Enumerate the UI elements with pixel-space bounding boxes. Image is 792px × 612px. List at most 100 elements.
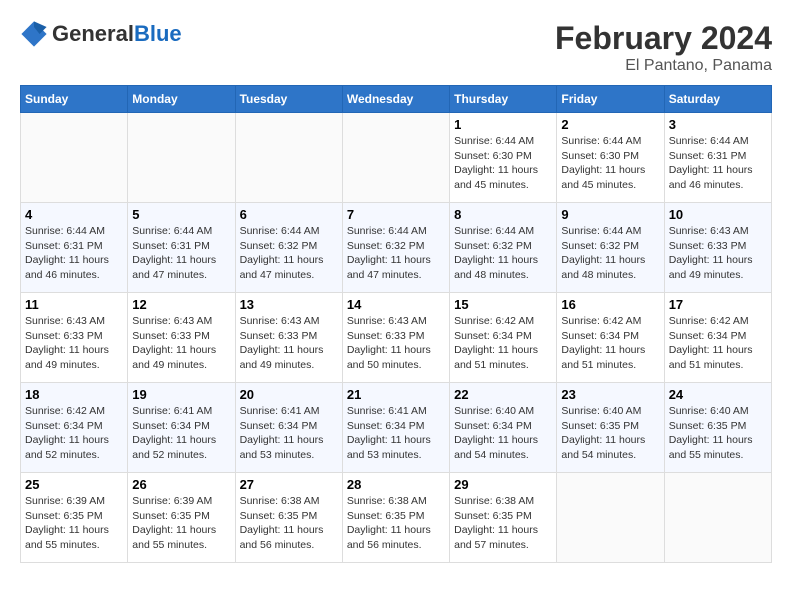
day-number: 20 (240, 387, 338, 402)
day-number: 23 (561, 387, 659, 402)
day-number: 24 (669, 387, 767, 402)
day-number: 19 (132, 387, 230, 402)
day-info: Sunrise: 6:40 AMSunset: 6:35 PMDaylight:… (669, 404, 767, 463)
day-number: 12 (132, 297, 230, 312)
weekday-header: Wednesday (342, 86, 449, 113)
day-info: Sunrise: 6:43 AMSunset: 6:33 PMDaylight:… (240, 314, 338, 373)
logo-general-text: General (52, 21, 134, 46)
weekday-header: Sunday (21, 86, 128, 113)
day-info: Sunrise: 6:43 AMSunset: 6:33 PMDaylight:… (132, 314, 230, 373)
day-info: Sunrise: 6:42 AMSunset: 6:34 PMDaylight:… (25, 404, 123, 463)
day-number: 28 (347, 477, 445, 492)
weekday-header: Friday (557, 86, 664, 113)
calendar-cell: 1 Sunrise: 6:44 AMSunset: 6:30 PMDaylight… (450, 113, 557, 203)
calendar-table: SundayMondayTuesdayWednesdayThursdayFrid… (20, 85, 772, 563)
day-info: Sunrise: 6:42 AMSunset: 6:34 PMDaylight:… (454, 314, 552, 373)
day-number: 4 (25, 207, 123, 222)
calendar-cell: 16 Sunrise: 6:42 AMSunset: 6:34 PMDayligh… (557, 293, 664, 383)
calendar-cell: 11 Sunrise: 6:43 AMSunset: 6:33 PMDayligh… (21, 293, 128, 383)
day-number: 1 (454, 117, 552, 132)
calendar-cell (235, 113, 342, 203)
day-info: Sunrise: 6:41 AMSunset: 6:34 PMDaylight:… (240, 404, 338, 463)
day-info: Sunrise: 6:44 AMSunset: 6:32 PMDaylight:… (240, 224, 338, 283)
day-info: Sunrise: 6:42 AMSunset: 6:34 PMDaylight:… (669, 314, 767, 373)
day-number: 17 (669, 297, 767, 312)
calendar-cell: 8 Sunrise: 6:44 AMSunset: 6:32 PMDaylight… (450, 203, 557, 293)
calendar-cell: 13 Sunrise: 6:43 AMSunset: 6:33 PMDayligh… (235, 293, 342, 383)
calendar-cell: 29 Sunrise: 6:38 AMSunset: 6:35 PMDayligh… (450, 473, 557, 563)
day-number: 21 (347, 387, 445, 402)
day-info: Sunrise: 6:40 AMSunset: 6:34 PMDaylight:… (454, 404, 552, 463)
day-number: 22 (454, 387, 552, 402)
calendar-cell: 24 Sunrise: 6:40 AMSunset: 6:35 PMDayligh… (664, 383, 771, 473)
day-info: Sunrise: 6:41 AMSunset: 6:34 PMDaylight:… (132, 404, 230, 463)
weekday-header: Monday (128, 86, 235, 113)
day-number: 8 (454, 207, 552, 222)
calendar-cell (557, 473, 664, 563)
calendar-cell: 15 Sunrise: 6:42 AMSunset: 6:34 PMDayligh… (450, 293, 557, 383)
day-number: 16 (561, 297, 659, 312)
page-title: February 2024 (555, 20, 772, 57)
calendar-cell: 25 Sunrise: 6:39 AMSunset: 6:35 PMDayligh… (21, 473, 128, 563)
calendar-week-row: 4 Sunrise: 6:44 AMSunset: 6:31 PMDaylight… (21, 203, 772, 293)
day-number: 6 (240, 207, 338, 222)
day-number: 29 (454, 477, 552, 492)
calendar-cell (21, 113, 128, 203)
day-info: Sunrise: 6:44 AMSunset: 6:32 PMDaylight:… (347, 224, 445, 283)
day-number: 2 (561, 117, 659, 132)
page-header: GeneralBlue February 2024 El Pantano, Pa… (20, 20, 772, 75)
day-info: Sunrise: 6:42 AMSunset: 6:34 PMDaylight:… (561, 314, 659, 373)
calendar-cell: 5 Sunrise: 6:44 AMSunset: 6:31 PMDaylight… (128, 203, 235, 293)
calendar-cell: 14 Sunrise: 6:43 AMSunset: 6:33 PMDayligh… (342, 293, 449, 383)
logo: GeneralBlue (20, 20, 182, 48)
calendar-cell: 10Sunrise: 6:43 AMSunset: 6:33 PMDayligh… (664, 203, 771, 293)
calendar-week-row: 11 Sunrise: 6:43 AMSunset: 6:33 PMDayligh… (21, 293, 772, 383)
day-number: 11 (25, 297, 123, 312)
calendar-cell: 19 Sunrise: 6:41 AMSunset: 6:34 PMDayligh… (128, 383, 235, 473)
day-info: Sunrise: 6:43 AMSunset: 6:33 PMDaylight:… (347, 314, 445, 373)
title-block: February 2024 El Pantano, Panama (555, 20, 772, 75)
weekday-header: Thursday (450, 86, 557, 113)
day-info: Sunrise: 6:44 AMSunset: 6:30 PMDaylight:… (454, 134, 552, 193)
page-subtitle: El Pantano, Panama (555, 57, 772, 75)
day-info: Sunrise: 6:38 AMSunset: 6:35 PMDaylight:… (454, 494, 552, 553)
calendar-cell: 6 Sunrise: 6:44 AMSunset: 6:32 PMDaylight… (235, 203, 342, 293)
weekday-header: Tuesday (235, 86, 342, 113)
day-info: Sunrise: 6:44 AMSunset: 6:31 PMDaylight:… (132, 224, 230, 283)
day-number: 15 (454, 297, 552, 312)
weekday-header: Saturday (664, 86, 771, 113)
calendar-cell: 28Sunrise: 6:38 AMSunset: 6:35 PMDayligh… (342, 473, 449, 563)
day-info: Sunrise: 6:41 AMSunset: 6:34 PMDaylight:… (347, 404, 445, 463)
day-number: 26 (132, 477, 230, 492)
calendar-cell: 20 Sunrise: 6:41 AMSunset: 6:34 PMDayligh… (235, 383, 342, 473)
day-info: Sunrise: 6:43 AMSunset: 6:33 PMDaylight:… (25, 314, 123, 373)
calendar-cell: 26Sunrise: 6:39 AMSunset: 6:35 PMDayligh… (128, 473, 235, 563)
calendar-cell: 21 Sunrise: 6:41 AMSunset: 6:34 PMDayligh… (342, 383, 449, 473)
day-number: 13 (240, 297, 338, 312)
calendar-week-row: 18 Sunrise: 6:42 AMSunset: 6:34 PMDayligh… (21, 383, 772, 473)
day-number: 5 (132, 207, 230, 222)
day-number: 14 (347, 297, 445, 312)
calendar-cell: 22 Sunrise: 6:40 AMSunset: 6:34 PMDayligh… (450, 383, 557, 473)
day-number: 18 (25, 387, 123, 402)
calendar-week-row: 25 Sunrise: 6:39 AMSunset: 6:35 PMDayligh… (21, 473, 772, 563)
calendar-cell: 7 Sunrise: 6:44 AMSunset: 6:32 PMDaylight… (342, 203, 449, 293)
day-info: Sunrise: 6:44 AMSunset: 6:30 PMDaylight:… (561, 134, 659, 193)
calendar-cell: 2 Sunrise: 6:44 AMSunset: 6:30 PMDaylight… (557, 113, 664, 203)
calendar-header: SundayMondayTuesdayWednesdayThursdayFrid… (21, 86, 772, 113)
logo-blue-text: Blue (134, 21, 182, 46)
calendar-cell (342, 113, 449, 203)
calendar-cell (128, 113, 235, 203)
day-number: 25 (25, 477, 123, 492)
day-info: Sunrise: 6:44 AMSunset: 6:31 PMDaylight:… (669, 134, 767, 193)
logo-icon (20, 20, 48, 48)
calendar-cell (664, 473, 771, 563)
header-row: SundayMondayTuesdayWednesdayThursdayFrid… (21, 86, 772, 113)
day-number: 9 (561, 207, 659, 222)
day-number: 7 (347, 207, 445, 222)
calendar-cell: 18 Sunrise: 6:42 AMSunset: 6:34 PMDayligh… (21, 383, 128, 473)
calendar-cell: 23Sunrise: 6:40 AMSunset: 6:35 PMDayligh… (557, 383, 664, 473)
day-number: 10 (669, 207, 767, 222)
day-info: Sunrise: 6:44 AMSunset: 6:32 PMDaylight:… (454, 224, 552, 283)
day-info: Sunrise: 6:39 AMSunset: 6:35 PMDaylight:… (25, 494, 123, 553)
